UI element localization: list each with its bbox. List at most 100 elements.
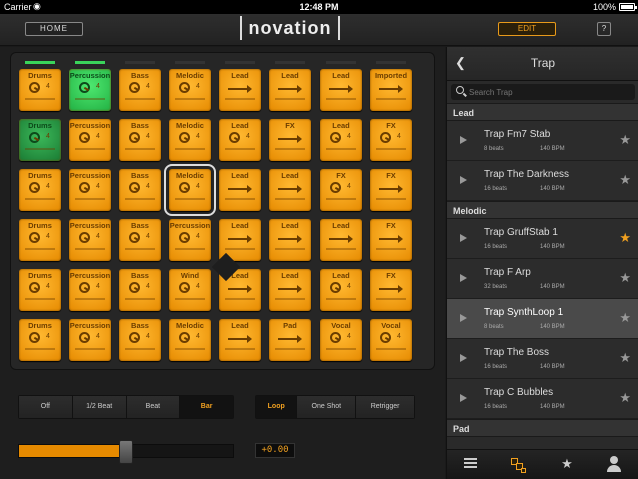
- pad-progress: [326, 298, 356, 300]
- loop-item[interactable]: Trap C Bubbles 16 beats 140 BPM ★: [447, 379, 638, 419]
- clip-pad[interactable]: Melodic 4: [169, 69, 211, 111]
- star-icon[interactable]: ★: [619, 132, 631, 148]
- clip-pad[interactable]: Lead 4: [219, 119, 261, 161]
- loop-item[interactable]: Trap F Arp 32 beats 140 BPM ★: [447, 259, 638, 299]
- clip-pad[interactable]: Drums 4: [19, 219, 61, 261]
- pad-progress: [125, 248, 155, 250]
- clip-pad[interactable]: Lead: [320, 219, 362, 261]
- clip-pad[interactable]: Vocal 4: [320, 319, 362, 361]
- clip-pad[interactable]: Vocal 4: [370, 319, 412, 361]
- clip-pad[interactable]: Lead: [269, 269, 311, 311]
- clip-pad[interactable]: Lead: [269, 219, 311, 261]
- star-icon[interactable]: ★: [619, 270, 631, 286]
- clip-pad[interactable]: Percussion 4: [169, 219, 211, 261]
- clip-pad[interactable]: Percussion 4: [69, 319, 111, 361]
- clip-pad[interactable]: Lead: [269, 169, 311, 211]
- play-mode-option[interactable]: Loop: [256, 396, 298, 418]
- star-icon[interactable]: ★: [619, 172, 631, 188]
- play-icon[interactable]: [460, 394, 467, 402]
- play-icon[interactable]: [460, 354, 467, 362]
- star-icon[interactable]: ★: [619, 230, 631, 246]
- clip-pad[interactable]: FX: [370, 169, 412, 211]
- clip-pad[interactable]: Pad: [269, 319, 311, 361]
- play-icon[interactable]: [460, 234, 467, 242]
- star-icon[interactable]: ★: [619, 390, 631, 406]
- clip-pad[interactable]: Percussion 4: [69, 69, 111, 111]
- search-icon: [456, 86, 464, 94]
- pad-progress: [225, 198, 255, 200]
- clip-pad[interactable]: Bass 4: [119, 69, 161, 111]
- play-mode-option[interactable]: Retrigger: [356, 396, 414, 418]
- loop-item[interactable]: Trap The Darkness 16 beats 140 BPM ★: [447, 161, 638, 201]
- clip-pad[interactable]: Drums 4: [19, 319, 61, 361]
- play-icon[interactable]: [460, 314, 467, 322]
- volume-slider-thumb[interactable]: [119, 440, 133, 464]
- clip-pad[interactable]: Drums 4: [19, 119, 61, 161]
- clip-pad[interactable]: Drums 4: [19, 269, 61, 311]
- search-input[interactable]: [469, 86, 629, 98]
- clip-pad[interactable]: Bass 4: [119, 119, 161, 161]
- quantize-option[interactable]: 1/2 Beat: [72, 396, 127, 418]
- clip-pad[interactable]: Drums 4: [19, 169, 61, 211]
- clip-pad[interactable]: Melodic 4: [169, 119, 211, 161]
- clip-pad[interactable]: Lead 4: [320, 269, 362, 311]
- clip-pad[interactable]: Melodic 4: [164, 164, 216, 216]
- help-button[interactable]: ?: [597, 22, 611, 36]
- clip-pad[interactable]: Lead: [219, 169, 261, 211]
- clip-pad[interactable]: Bass 4: [119, 269, 161, 311]
- edit-button[interactable]: EDIT: [498, 22, 556, 36]
- clip-pad[interactable]: Lead: [320, 69, 362, 111]
- volume-knob-icon: [29, 332, 40, 343]
- clip-pad[interactable]: Percussion 4: [69, 269, 111, 311]
- battery-percent: 100%: [592, 2, 616, 12]
- clip-pad[interactable]: Bass 4: [119, 169, 161, 211]
- clip-pad[interactable]: FX: [370, 269, 412, 311]
- clip-pad[interactable]: Percussion 4: [69, 119, 111, 161]
- loop-item[interactable]: Trap SynthLoop 1 8 beats 140 BPM ★: [447, 299, 638, 339]
- play-icon[interactable]: [460, 136, 467, 144]
- clip-pad[interactable]: FX 4: [320, 169, 362, 211]
- star-icon[interactable]: ★: [619, 350, 631, 366]
- pad-label: Melodic: [176, 121, 204, 130]
- quantize-option[interactable]: Bar: [180, 396, 233, 418]
- clip-pad[interactable]: Wind 4: [169, 269, 211, 311]
- loop-item[interactable]: Trap Fm7 Stab 8 beats 140 BPM ★: [447, 121, 638, 161]
- loop-item[interactable]: Trap The Boss 16 beats 140 BPM ★: [447, 339, 638, 379]
- clip-pad[interactable]: Lead: [219, 319, 261, 361]
- pad-progress: [75, 98, 105, 100]
- clip-pad[interactable]: FX 4: [370, 119, 412, 161]
- clip-pad[interactable]: Imported: [370, 69, 412, 111]
- clip-pad[interactable]: Percussion 4: [69, 219, 111, 261]
- clip-pad[interactable]: Lead: [219, 69, 261, 111]
- search-bar[interactable]: [451, 84, 635, 100]
- pad-progress: [376, 248, 406, 250]
- clip-pad[interactable]: Bass 4: [119, 319, 161, 361]
- star-icon[interactable]: ★: [557, 456, 577, 474]
- clip-pad[interactable]: Percussion 4: [69, 169, 111, 211]
- clip-pad[interactable]: FX: [370, 219, 412, 261]
- play-icon[interactable]: [460, 274, 467, 282]
- loop-beats: 16 beats: [484, 364, 508, 370]
- quantize-option[interactable]: Off: [19, 396, 73, 418]
- loop-beats: 8 beats: [484, 146, 504, 152]
- clip-pad[interactable]: Drums 4: [19, 69, 61, 111]
- play-icon[interactable]: [460, 176, 467, 184]
- clip-pad[interactable]: FX: [269, 119, 311, 161]
- arrow-right-icon: [228, 185, 252, 193]
- pad-progress: [125, 148, 155, 150]
- play-mode-option[interactable]: One Shot: [297, 396, 357, 418]
- user-icon[interactable]: [605, 456, 625, 474]
- clip-pad[interactable]: Bass 4: [119, 219, 161, 261]
- loop-item[interactable]: Trap GruffStab 1 16 beats 140 BPM ★: [447, 219, 638, 259]
- clip-pad[interactable]: Melodic 4: [169, 319, 211, 361]
- clip-pad[interactable]: Lead 4: [320, 119, 362, 161]
- volume-slider[interactable]: [18, 440, 234, 464]
- home-button[interactable]: HOME: [25, 22, 83, 36]
- arrow-right-icon: [278, 85, 302, 93]
- pad-number: 4: [196, 283, 200, 290]
- loops-icon[interactable]: [509, 456, 529, 474]
- clip-pad[interactable]: Lead: [269, 69, 311, 111]
- quantize-option[interactable]: Beat: [126, 396, 181, 418]
- star-icon[interactable]: ★: [619, 310, 631, 326]
- list-icon[interactable]: [461, 456, 481, 474]
